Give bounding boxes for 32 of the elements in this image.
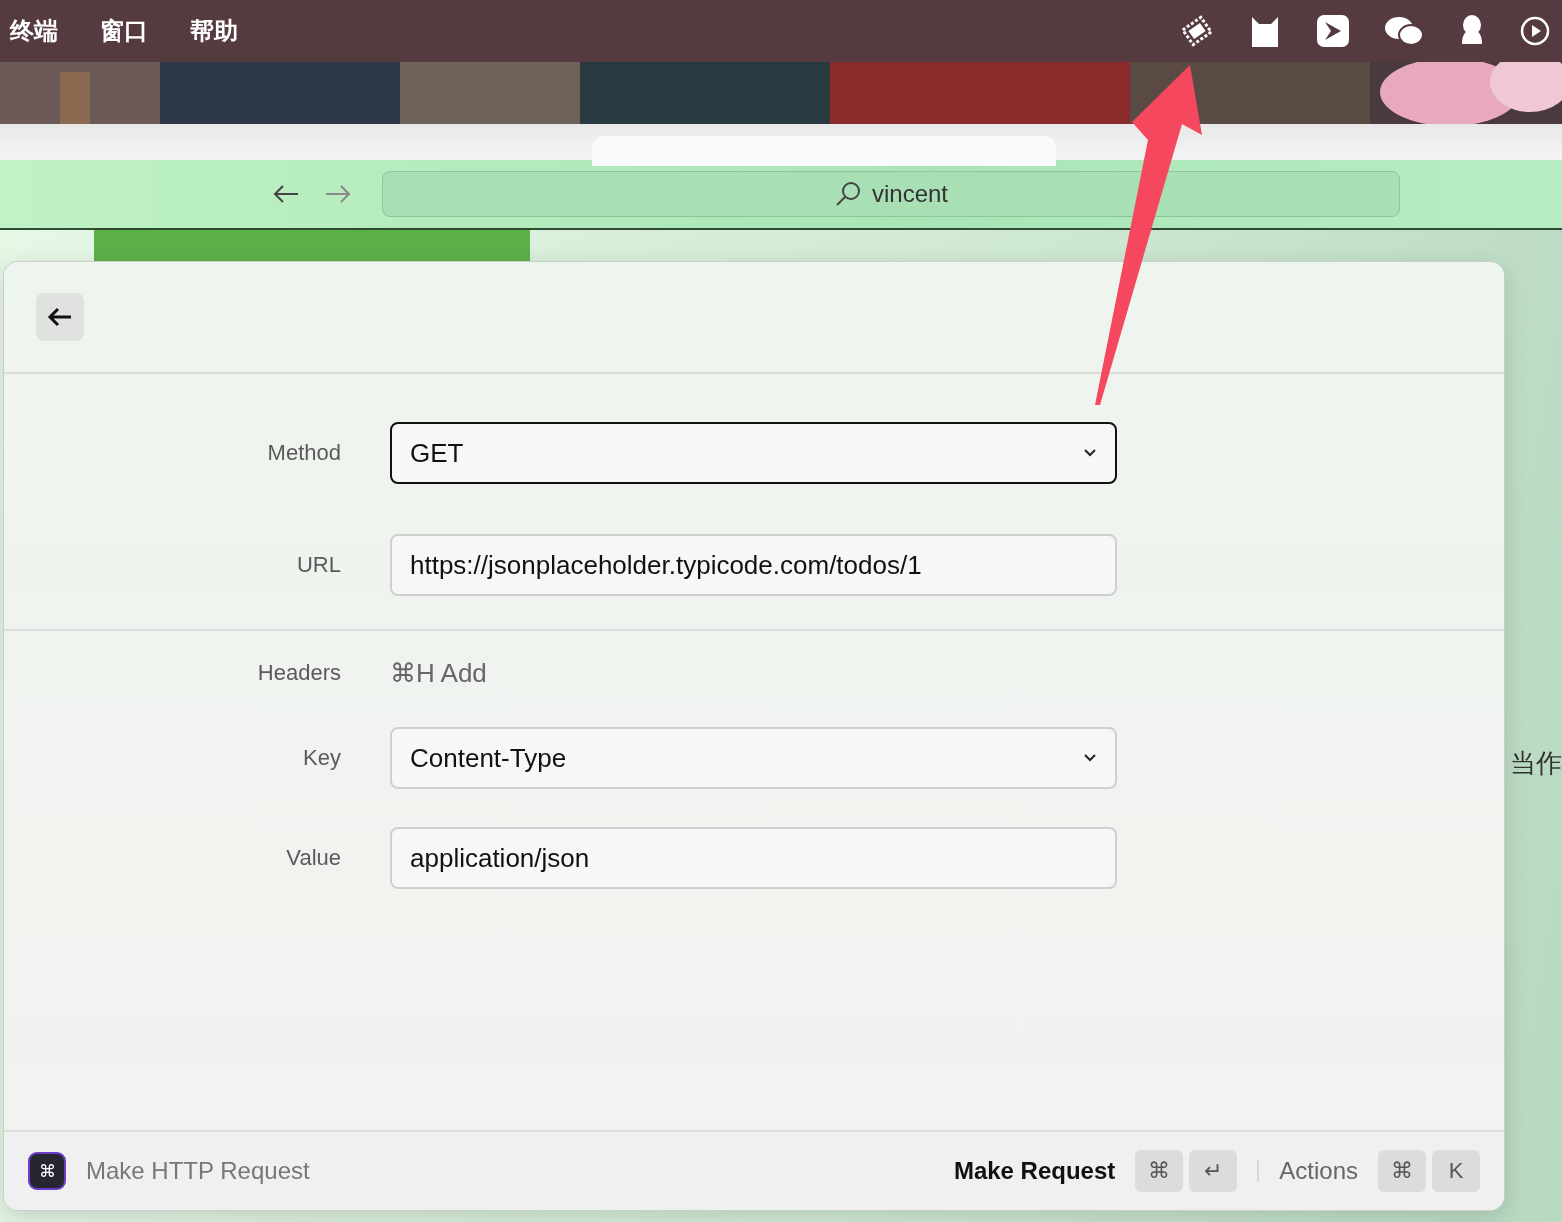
menu-item[interactable]: 帮助 <box>190 15 238 47</box>
forward-arrow-icon[interactable] <box>324 183 352 205</box>
key-cap: ↵ <box>1189 1150 1238 1192</box>
key-cap: K <box>1432 1150 1480 1192</box>
field-label: Value <box>285 845 341 871</box>
dropdown[interactable]: Content-Type <box>390 727 1117 789</box>
app-icon: ⌘ <box>28 1152 66 1190</box>
key-cap: ⌘ <box>1135 1150 1184 1192</box>
field-label: URL <box>296 552 341 578</box>
field-label: Method <box>266 440 341 466</box>
chevron-icon <box>1083 753 1097 763</box>
address-field[interactable]: vincent <box>382 171 1400 217</box>
chat-icon[interactable] <box>1384 15 1424 47</box>
film-icon[interactable] <box>1180 14 1214 48</box>
command-title: Make HTTP Request <box>86 1157 311 1185</box>
menu-item[interactable]: 窗口 <box>100 15 148 47</box>
key-cap: ⌘ <box>1378 1150 1426 1192</box>
back-button[interactable] <box>36 293 84 341</box>
field-label: Headers <box>256 660 341 686</box>
input-field[interactable]: https://jsonplaceholder.typicode.com/todos/1 <box>390 534 1117 596</box>
add-header-link[interactable]: ⌘H Add <box>390 657 487 689</box>
menu-item[interactable]: 终端 <box>10 15 58 47</box>
back-arrow-icon <box>47 307 73 327</box>
input-field[interactable]: application/json <box>390 827 1117 889</box>
actions-button[interactable]: Actions <box>1279 1157 1358 1185</box>
field-label: Key <box>302 745 341 771</box>
back-arrow-icon[interactable] <box>272 183 300 205</box>
dropdown[interactable]: GET <box>390 422 1117 484</box>
play-icon[interactable] <box>1520 16 1550 46</box>
chevron-icon <box>1083 448 1097 458</box>
page-text: 当作 <box>1510 747 1562 780</box>
make-request-button[interactable]: Make Request <box>953 1157 1116 1185</box>
